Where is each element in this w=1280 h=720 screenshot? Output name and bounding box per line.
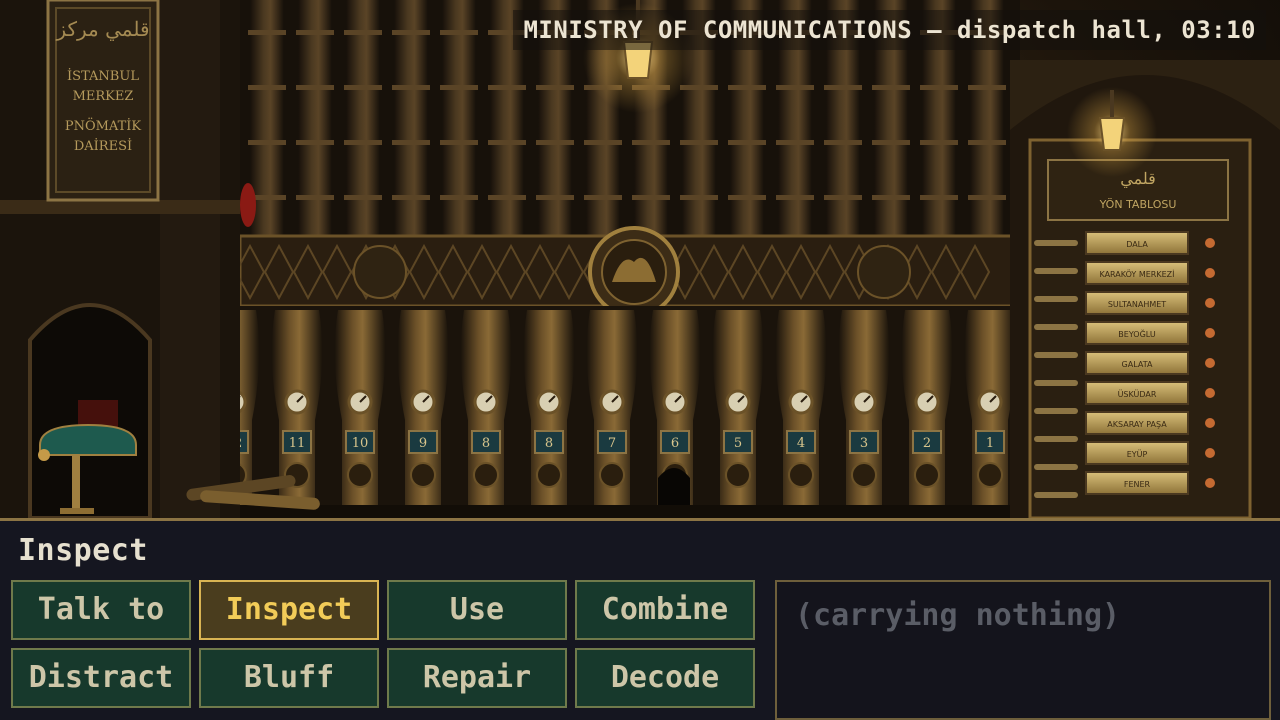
tube-number: 8	[545, 436, 553, 451]
pneumatic-department-sign: ﻗﻠﻤﻲ ﻣﺮﻛﺰ İSTANBUL MERKEZ PNÖMATİK DAİRE…	[46, 0, 160, 202]
destination-plate-label: KARAKÖY MERKEZİ	[1099, 269, 1174, 279]
tube-number: 4	[797, 436, 805, 451]
verb-bluff-button[interactable]: Bluff	[199, 648, 379, 708]
destination-plate-label: SULTANAHMET	[1108, 300, 1166, 309]
inventory-box[interactable]: (carrying nothing)	[775, 580, 1271, 720]
tube-slot[interactable]: 10	[334, 310, 386, 505]
verb-repair-button[interactable]: Repair	[387, 648, 567, 708]
tube-number: 1	[986, 436, 994, 451]
tube-slot[interactable]: 1	[964, 310, 1016, 505]
verb-decode-button[interactable]: Decode	[575, 648, 755, 708]
sign-line: DAİRESİ	[74, 137, 132, 154]
verb-inspect-button[interactable]: Inspect	[199, 580, 379, 640]
destination-plate-label: GALATA	[1122, 360, 1153, 369]
verb-panel: Inspect Talk to Inspect Use Combine Dist…	[0, 518, 1280, 720]
inventory-empty-text: (carrying nothing)	[795, 598, 1121, 633]
tube-slot[interactable]: 2	[901, 310, 953, 505]
sign-line: PNÖMATİK	[65, 117, 142, 134]
sign-script-text: ﻗﻠﻤﻲ ﻣﺮﻛﺰ	[55, 17, 149, 41]
tube-number: 11	[289, 436, 306, 451]
ceiling-lamp-right	[1067, 87, 1157, 177]
verb-distract-button[interactable]: Distract	[11, 648, 191, 708]
destination-plate-label: DALA	[1126, 240, 1148, 249]
tube-number: 7	[608, 436, 616, 451]
tube-number: 6	[671, 436, 679, 451]
tube-slot[interactable]: 5	[712, 310, 764, 505]
verb-combine-button[interactable]: Combine	[575, 580, 755, 640]
verb-use-button[interactable]: Use	[387, 580, 567, 640]
ornamental-railing	[234, 226, 1022, 318]
destination-plate-label: ÜSKÜDAR	[1118, 389, 1157, 399]
current-action-label: Inspect	[18, 533, 148, 568]
tube-number: 2	[923, 436, 931, 451]
tube-number: 5	[734, 436, 742, 451]
tube-slot[interactable]: 9	[397, 310, 449, 505]
sign-line: MERKEZ	[73, 89, 134, 104]
dispatch-hall-background: 1211109887654321 ﻗﻠﻤﻲ ﻣﺮﻛﺰ İSTANBUL MERK…	[0, 0, 1280, 518]
location-title: MINISTRY OF COMMUNICATIONS — dispatch ha…	[513, 10, 1266, 50]
tube-slot[interactable]: 4	[775, 310, 827, 505]
destination-plate-label: FENER	[1124, 480, 1151, 489]
game-scene[interactable]: 1211109887654321 ﻗﻠﻤﻲ ﻣﺮﻛﺰ İSTANBUL MERK…	[0, 0, 1280, 518]
destination-plate-label: AKSARAY PAŞA	[1107, 420, 1167, 429]
tube-number: 3	[860, 436, 868, 451]
tube-slot[interactable]: 8	[523, 310, 575, 505]
pneumatic-tube-bank: 1211109887654321	[196, 306, 1016, 506]
tube-slot[interactable]: 11	[271, 310, 323, 505]
tube-number: 10	[352, 436, 369, 451]
board-label: YÖN TABLOSU	[1099, 198, 1177, 211]
destination-plate-label: BEYOĞLU	[1118, 328, 1156, 339]
sign-line: İSTANBUL	[67, 67, 139, 84]
tube-slot[interactable]: 7	[586, 310, 638, 505]
destination-plate-label: EYÜP	[1127, 449, 1148, 459]
verb-talk-to-button[interactable]: Talk to	[11, 580, 191, 640]
tube-slot[interactable]: 8	[460, 310, 512, 505]
tube-number: 9	[419, 436, 427, 451]
tube-number: 8	[482, 436, 490, 451]
tube-slot[interactable]: 3	[838, 310, 890, 505]
